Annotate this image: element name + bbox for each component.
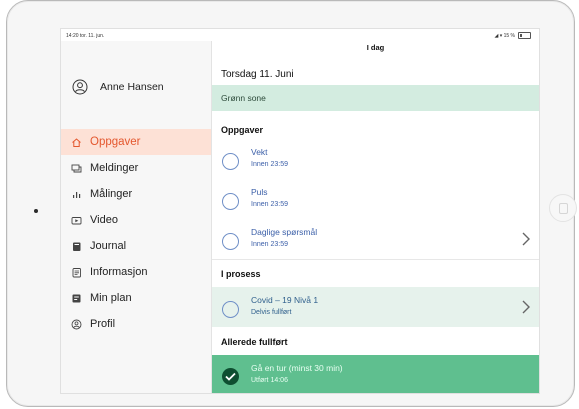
sidebar-item-label: Min plan xyxy=(90,292,132,304)
sidebar-item-label: Profil xyxy=(90,318,116,330)
task-deadline: Innen 23:59 xyxy=(251,161,288,168)
sidebar-item-oppgaver[interactable]: Oppgaver xyxy=(61,129,211,155)
tablet-frame: 14:20 tor. 11. jun. ◢ ▾ 15 % Anne Hansen xyxy=(6,0,577,407)
sidebar-item-label: Målinger xyxy=(90,188,133,200)
avatar-icon xyxy=(72,79,88,95)
task-row-vekt[interactable]: Vekt Innen 23:59 xyxy=(212,139,539,180)
task-status-circle-icon[interactable] xyxy=(222,153,239,170)
status-time: 14:20 tor. 11. jun. xyxy=(66,33,105,39)
task-status-circle-icon[interactable] xyxy=(222,301,239,318)
sidebar-item-label: Oppgaver xyxy=(90,136,141,148)
task-row-ga-en-tur[interactable]: Gå en tur (minst 30 min) Utført 14:06 xyxy=(212,355,539,393)
task-status-circle-icon[interactable] xyxy=(222,233,239,250)
sidebar-item-video[interactable]: Video xyxy=(61,207,211,233)
front-camera xyxy=(34,209,38,213)
sidebar: Anne Hansen Oppgaver Meldinger Målinger … xyxy=(61,41,212,393)
status-right-text: ◢ ▾ 15 % xyxy=(494,32,515,39)
task-completed-time: Utført 14:06 xyxy=(251,377,288,384)
page-title: I dag xyxy=(366,43,385,52)
sidebar-item-informasjon[interactable]: Informasjon xyxy=(61,259,211,285)
sidebar-item-profil[interactable]: Profil xyxy=(61,311,211,337)
task-row-puls[interactable]: Puls Innen 23:59 xyxy=(212,179,539,220)
zone-banner: Grønn sone xyxy=(212,85,539,111)
bar-chart-icon xyxy=(71,189,82,200)
task-title: Gå en tur (minst 30 min) xyxy=(251,363,343,373)
profile-icon xyxy=(71,319,82,330)
section-in-progress-header: I prosess xyxy=(221,269,261,279)
message-icon xyxy=(71,163,82,174)
user-profile[interactable]: Anne Hansen xyxy=(72,79,164,95)
task-deadline: Innen 23:59 xyxy=(251,201,288,208)
task-status: Delvis fullført xyxy=(251,309,292,316)
section-completed-header: Allerede fullført xyxy=(221,337,288,347)
home-icon xyxy=(71,137,82,148)
task-title: Daglige spørsmål xyxy=(251,227,318,237)
video-icon xyxy=(71,215,82,226)
chevron-right-icon[interactable] xyxy=(521,231,531,247)
task-deadline: Innen 23:59 xyxy=(251,241,288,248)
checkmark-icon xyxy=(222,368,239,385)
info-document-icon xyxy=(71,267,82,278)
journal-icon xyxy=(71,241,82,252)
task-row-daglige-sporsmal[interactable]: Daglige spørsmål Innen 23:59 xyxy=(212,219,539,260)
sidebar-item-label: Journal xyxy=(90,240,127,252)
user-name: Anne Hansen xyxy=(100,81,164,93)
task-row-covid[interactable]: Covid – 19 Nivå 1 Delvis fullført xyxy=(212,287,539,327)
sidebar-nav: Oppgaver Meldinger Målinger Video Journa… xyxy=(61,129,211,337)
task-title: Vekt xyxy=(251,147,268,157)
sidebar-item-malinger[interactable]: Målinger xyxy=(61,181,211,207)
sidebar-item-journal[interactable]: Journal xyxy=(61,233,211,259)
task-title: Puls xyxy=(251,187,268,197)
app-screen: 14:20 tor. 11. jun. ◢ ▾ 15 % Anne Hansen xyxy=(60,28,540,394)
task-title: Covid – 19 Nivå 1 xyxy=(251,295,319,305)
battery-icon xyxy=(518,32,531,39)
task-status-circle-icon[interactable] xyxy=(222,193,239,210)
date-label: Torsdag 11. Juni xyxy=(221,69,294,80)
zone-label: Grønn sone xyxy=(221,93,266,103)
status-indicators: ◢ ▾ 15 % xyxy=(494,32,531,39)
main-content: I dag Torsdag 11. Juni Grønn sone Oppgav… xyxy=(212,41,539,393)
plan-icon xyxy=(71,293,82,304)
sidebar-item-label: Video xyxy=(90,214,118,226)
sidebar-item-label: Informasjon xyxy=(90,266,148,278)
section-tasks-header: Oppgaver xyxy=(221,125,264,135)
status-bar: 14:20 tor. 11. jun. ◢ ▾ 15 % xyxy=(61,29,539,41)
sidebar-item-label: Meldinger xyxy=(90,162,139,174)
sidebar-item-meldinger[interactable]: Meldinger xyxy=(61,155,211,181)
sidebar-item-min-plan[interactable]: Min plan xyxy=(61,285,211,311)
chevron-right-icon[interactable] xyxy=(521,299,531,315)
home-button[interactable] xyxy=(549,194,577,222)
